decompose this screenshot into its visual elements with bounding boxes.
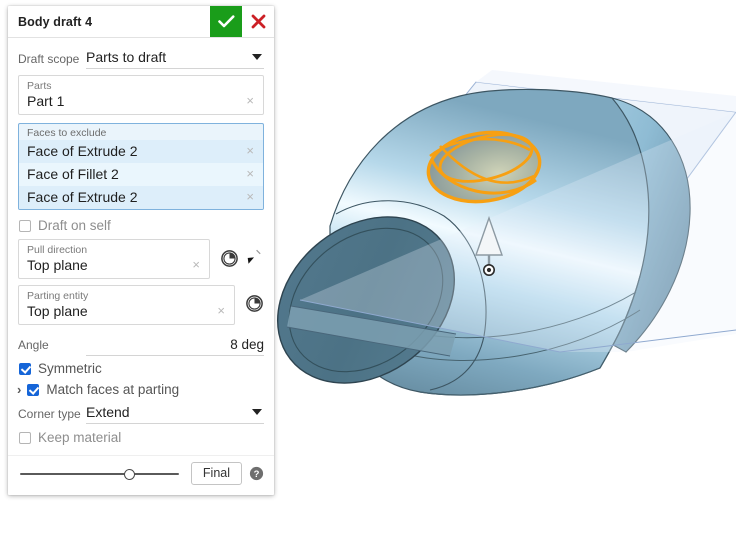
- draft-on-self-checkbox[interactable]: [19, 219, 31, 232]
- close-icon: [251, 14, 265, 29]
- corner-type-row: Corner type Extend: [18, 403, 264, 424]
- symmetric-label: Symmetric: [38, 361, 102, 376]
- keep-material-checkbox[interactable]: [19, 431, 31, 444]
- match-faces-checkbox[interactable]: [27, 383, 40, 396]
- slider-handle[interactable]: [123, 468, 135, 480]
- draft-scope-label: Draft scope: [18, 51, 80, 66]
- faces-to-exclude-field[interactable]: Faces to exclude Face of Extrude 2 × Fac…: [18, 123, 264, 210]
- dialog-footer: Final ?: [8, 455, 274, 495]
- remove-icon[interactable]: ×: [245, 167, 255, 180]
- accept-button[interactable]: [210, 6, 242, 37]
- final-button[interactable]: Final: [190, 462, 242, 485]
- corner-type-dropdown[interactable]: Extend: [86, 403, 264, 424]
- parting-entity-caption: Parting entity: [27, 290, 89, 302]
- match-faces-label: Match faces at parting: [46, 382, 180, 397]
- face-label: Face of Extrude 2: [27, 143, 138, 159]
- parting-entity-value: Top plane: [27, 303, 88, 319]
- pull-direction-row: Pull direction Top plane ×: [18, 239, 264, 285]
- remove-icon[interactable]: ×: [245, 144, 255, 157]
- chevron-down-icon: [252, 54, 262, 60]
- remove-icon[interactable]: ×: [191, 258, 201, 271]
- list-item[interactable]: Face of Extrude 2 ×: [19, 140, 263, 163]
- corner-type-value: Extend: [86, 404, 130, 420]
- dialog-titlebar: Body draft 4: [8, 6, 274, 38]
- help-icon[interactable]: ?: [249, 466, 264, 481]
- list-item[interactable]: Face of Extrude 2 ×: [19, 186, 263, 209]
- angle-input[interactable]: 8 deg: [86, 337, 264, 356]
- angle-row: Angle 8 deg: [18, 337, 264, 356]
- keep-material-row[interactable]: Keep material: [19, 430, 264, 445]
- faces-to-exclude-caption: Faces to exclude: [27, 127, 107, 139]
- face-label: Face of Extrude 2: [27, 189, 138, 205]
- chevron-down-icon: [252, 409, 262, 415]
- parting-entity-icons: [235, 285, 264, 313]
- parts-caption: Parts: [27, 80, 52, 92]
- parts-item-label: Part 1: [27, 93, 65, 109]
- draft-scope-dropdown[interactable]: Parts to draft: [86, 48, 264, 69]
- cancel-button[interactable]: [242, 6, 274, 37]
- match-faces-row[interactable]: › Match faces at parting: [17, 382, 264, 397]
- select-direction-arrow-icon[interactable]: [243, 248, 264, 269]
- parting-entity-field[interactable]: Parting entity Top plane ×: [18, 285, 235, 325]
- parting-entity-row: Parting entity Top plane ×: [18, 285, 264, 329]
- keep-material-label: Keep material: [38, 430, 122, 445]
- remove-icon[interactable]: ×: [245, 190, 255, 203]
- chevron-right-icon[interactable]: ›: [17, 383, 21, 396]
- remove-icon[interactable]: ×: [216, 304, 226, 317]
- pull-direction-field[interactable]: Pull direction Top plane ×: [18, 239, 210, 279]
- flip-direction-icon[interactable]: [245, 294, 264, 313]
- symmetric-row[interactable]: Symmetric: [19, 361, 264, 376]
- pull-direction-caption: Pull direction: [27, 244, 88, 256]
- draft-on-self-label: Draft on self: [38, 218, 111, 233]
- parts-item[interactable]: Part 1 ×: [19, 92, 263, 114]
- parts-field[interactable]: Parts Part 1 ×: [18, 75, 264, 115]
- dialog-body: Draft scope Parts to draft Parts Part 1 …: [8, 38, 274, 455]
- pull-direction-value: Top plane: [27, 257, 88, 273]
- pull-direction-item[interactable]: Top plane ×: [19, 256, 209, 278]
- body-draft-dialog[interactable]: Body draft 4 Draft scope Parts to draft …: [8, 6, 274, 495]
- draft-on-self-row[interactable]: Draft on self: [19, 218, 264, 233]
- dialog-title: Body draft 4: [18, 14, 93, 29]
- list-item[interactable]: Face of Fillet 2 ×: [19, 163, 263, 186]
- svg-text:?: ?: [254, 469, 260, 480]
- parting-entity-item[interactable]: Top plane ×: [19, 302, 234, 324]
- remove-icon[interactable]: ×: [245, 94, 255, 107]
- corner-type-label: Corner type: [18, 406, 81, 421]
- draft-scope-row: Draft scope Parts to draft: [18, 48, 264, 69]
- symmetric-checkbox[interactable]: [19, 362, 31, 375]
- flip-direction-icon[interactable]: [220, 249, 239, 268]
- rollback-slider[interactable]: [18, 467, 181, 481]
- face-label: Face of Fillet 2: [27, 166, 119, 182]
- checkmark-icon: [217, 15, 234, 28]
- pull-direction-icons: [210, 239, 264, 269]
- draft-scope-value: Parts to draft: [86, 49, 167, 65]
- slider-track: [20, 472, 179, 475]
- angle-label: Angle: [18, 338, 49, 352]
